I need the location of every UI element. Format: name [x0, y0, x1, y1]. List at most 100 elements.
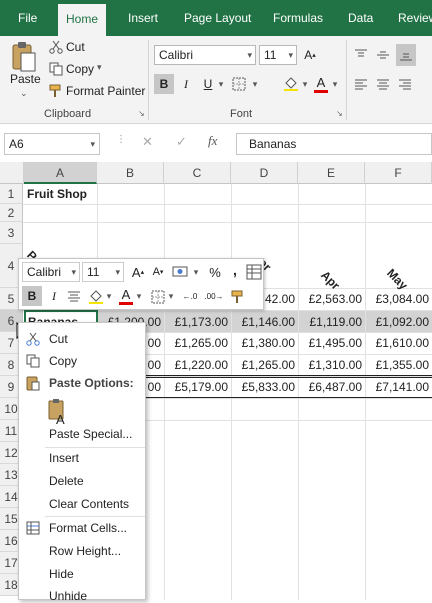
copy-button[interactable]: Copy — [66, 62, 94, 76]
cell-c6[interactable]: £1,173.00 — [165, 315, 228, 329]
mini-grow-font-button[interactable]: A ▴ — [128, 262, 148, 282]
cell-f9[interactable]: £7,141.00 — [366, 380, 429, 394]
tab-file[interactable]: File — [18, 0, 37, 36]
mini-italic-button[interactable]: I — [44, 286, 64, 306]
column-header-b[interactable]: B — [97, 162, 164, 184]
paste-icon[interactable] — [10, 40, 38, 74]
insert-function-button[interactable]: fx — [208, 133, 217, 149]
cell-a1[interactable]: Fruit Shop — [27, 187, 87, 201]
cell-c9[interactable]: £5,179.00 — [165, 380, 228, 394]
align-center-icon[interactable] — [374, 76, 392, 94]
chevron-down-icon[interactable]: ▾ — [167, 286, 175, 306]
format-painter-button[interactable]: Format Painter — [66, 84, 145, 98]
increase-decimal-icon[interactable]: ←.0 — [179, 286, 201, 306]
chevron-down-icon[interactable]: ▾ — [250, 74, 260, 94]
chevron-down-icon[interactable]: ▾ — [300, 74, 310, 94]
column-header-e[interactable]: E — [298, 162, 365, 184]
fill-color-icon[interactable] — [282, 76, 300, 92]
font-launcher-icon[interactable]: ↘ — [336, 109, 343, 118]
borders-icon[interactable] — [230, 76, 248, 92]
enter-check-icon[interactable]: ✓ — [176, 134, 187, 150]
column-header-f[interactable]: F — [365, 162, 432, 184]
menu-item-copy[interactable]: Copy — [49, 354, 77, 368]
name-box[interactable]: A6 ▾ — [4, 133, 100, 155]
menu-item-unhide[interactable]: Unhide — [49, 589, 87, 603]
cancel-icon[interactable]: ✕ — [142, 134, 153, 150]
cell-f8[interactable]: £1,355.00 — [366, 358, 429, 372]
font-name-combo[interactable]: Calibri ▾ — [154, 45, 256, 65]
menu-item-row-height[interactable]: Row Height... — [49, 544, 121, 558]
tab-data[interactable]: Data — [348, 0, 373, 36]
tab-page-layout[interactable]: Page Layout — [184, 0, 251, 36]
chevron-down-icon[interactable]: ▾ — [330, 74, 340, 94]
menu-item-format-cells[interactable]: Format Cells... — [49, 521, 127, 535]
tab-review[interactable]: Review — [398, 0, 432, 36]
menu-item-paste-special[interactable]: Paste Special... — [49, 427, 132, 441]
align-middle-icon[interactable] — [374, 46, 392, 64]
decrease-decimal-icon[interactable]: .00→ — [203, 286, 225, 306]
mini-font-color-icon[interactable]: A — [117, 286, 135, 306]
mini-font-name-combo[interactable]: Calibri ▾ — [22, 262, 80, 282]
increase-font-size-button[interactable]: A ▴ — [300, 45, 320, 65]
cell-c7[interactable]: £1,265.00 — [165, 336, 228, 350]
align-right-icon[interactable] — [396, 76, 414, 94]
underline-button[interactable]: U — [198, 74, 218, 94]
paste-option-keep-source-icon[interactable]: A — [47, 399, 69, 427]
cell-e6[interactable]: £1,119.00 — [299, 315, 363, 329]
cut-button[interactable]: Cut — [66, 40, 85, 54]
column-header-a[interactable]: A — [24, 162, 97, 184]
paste-dropdown-chevron-icon[interactable]: ⌄ — [20, 88, 28, 99]
font-size-combo[interactable]: 11 ▾ — [259, 45, 297, 65]
row-header-1[interactable]: 1 — [0, 184, 23, 204]
cell-d6[interactable]: £1,146.00 — [232, 315, 295, 329]
percent-style-button[interactable]: % — [205, 262, 225, 282]
mini-format-painter-icon[interactable] — [229, 288, 247, 306]
italic-button[interactable]: I — [176, 74, 196, 94]
cell-f5[interactable]: £3,084.00 — [366, 292, 429, 306]
row-header-2[interactable]: 2 — [0, 204, 23, 222]
cell-f7[interactable]: £1,610.00 — [366, 336, 429, 350]
comma-style-button[interactable]: , — [225, 260, 245, 280]
menu-item-insert[interactable]: Insert — [49, 451, 79, 465]
format-table-icon[interactable] — [245, 263, 263, 281]
tab-formulas[interactable]: Formulas — [273, 0, 323, 36]
align-left-icon[interactable] — [352, 76, 370, 94]
menu-item-cut[interactable]: Cut — [49, 332, 68, 346]
chevron-down-icon[interactable]: ▾ — [216, 74, 226, 94]
currency-format-icon[interactable] — [170, 263, 192, 281]
menu-item-hide[interactable]: Hide — [49, 567, 74, 581]
copy-dropdown-chevron-icon[interactable]: ▾ — [97, 62, 102, 73]
font-color-icon[interactable]: A — [312, 74, 330, 94]
cell-f6[interactable]: £1,092.00 — [366, 315, 429, 329]
chevron-down-icon[interactable]: ▾ — [105, 286, 113, 306]
clipboard-launcher-icon[interactable]: ↘ — [138, 109, 145, 118]
select-all-corner[interactable] — [0, 162, 24, 184]
cell-e7[interactable]: £1,495.00 — [299, 336, 362, 350]
cell-e5[interactable]: £2,563.00 — [299, 292, 362, 306]
chevron-down-icon[interactable]: ▾ — [192, 262, 200, 282]
mini-font-size-combo[interactable]: 11 ▾ — [82, 262, 124, 282]
column-header-d[interactable]: D — [231, 162, 298, 184]
mini-align-center-icon[interactable] — [65, 288, 83, 306]
align-bottom-icon[interactable] — [396, 44, 416, 66]
chevron-down-icon[interactable]: ▾ — [135, 286, 143, 306]
row-header-3[interactable]: 3 — [0, 222, 23, 244]
menu-item-clear-contents[interactable]: Clear Contents — [49, 497, 129, 511]
mini-fill-color-icon[interactable] — [87, 288, 105, 306]
column-header-c[interactable]: C — [164, 162, 231, 184]
formula-input[interactable]: Bananas — [236, 133, 432, 155]
cell-c8[interactable]: £1,220.00 — [165, 358, 228, 372]
cell-e8[interactable]: £1,310.00 — [299, 358, 362, 372]
cell-d8[interactable]: £1,265.00 — [232, 358, 295, 372]
cell-e9[interactable]: £6,487.00 — [299, 380, 362, 394]
bold-button[interactable]: B — [154, 74, 174, 94]
mini-bold-button[interactable]: B — [22, 286, 42, 306]
mini-borders-icon[interactable] — [149, 288, 167, 306]
menu-item-delete[interactable]: Delete — [49, 474, 84, 488]
cell-d7[interactable]: £1,380.00 — [232, 336, 295, 350]
align-top-icon[interactable] — [352, 46, 370, 64]
tab-home[interactable]: Home — [58, 4, 107, 36]
tab-insert[interactable]: Insert — [128, 0, 158, 36]
cell-d9[interactable]: £5,833.00 — [232, 380, 295, 394]
paste-button[interactable]: Paste — [10, 72, 41, 86]
